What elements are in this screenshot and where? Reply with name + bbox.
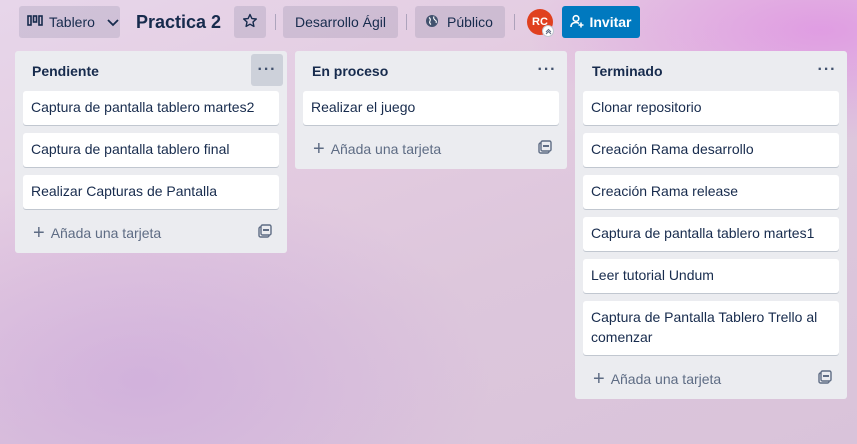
- add-user-icon: [570, 14, 584, 31]
- header-divider: [514, 14, 515, 30]
- card[interactable]: Captura de Pantalla Tablero Trello al co…: [583, 301, 839, 355]
- workspace-button[interactable]: Desarrollo Ágil: [283, 6, 398, 38]
- more-icon: ···: [257, 61, 277, 78]
- template-button[interactable]: [811, 365, 839, 393]
- plus-icon: +: [313, 138, 325, 160]
- view-switcher-label: Tablero: [49, 14, 95, 30]
- board-title[interactable]: Practica 2: [136, 10, 221, 34]
- list-title[interactable]: Pendiente: [32, 63, 99, 79]
- template-icon: [818, 369, 832, 389]
- card[interactable]: Captura de pantalla tablero martes1: [583, 217, 839, 251]
- add-card-label: Añada una tarjeta: [330, 141, 442, 157]
- plus-icon: +: [33, 222, 45, 244]
- list-pendiente: Pendiente ··· Captura de pantalla tabler…: [15, 51, 287, 253]
- chevron-down-icon: [107, 14, 119, 30]
- card[interactable]: Creación Rama release: [583, 175, 839, 209]
- add-card-label: Añada una tarjeta: [610, 371, 722, 387]
- more-icon: ···: [537, 61, 557, 78]
- list-header: Pendiente ···: [15, 51, 287, 91]
- list-header: Terminado ···: [575, 51, 847, 91]
- card[interactable]: Captura de pantalla tablero martes2: [23, 91, 279, 125]
- add-card-button[interactable]: + Añada una tarjeta: [583, 363, 803, 395]
- star-button[interactable]: [234, 6, 266, 38]
- visibility-button[interactable]: Público: [415, 6, 505, 38]
- more-icon: ···: [817, 61, 837, 78]
- invite-button[interactable]: Invitar: [562, 6, 640, 38]
- card[interactable]: Creación Rama desarrollo: [583, 133, 839, 167]
- list-menu-button[interactable]: ···: [531, 54, 563, 86]
- view-switcher-button[interactable]: Tablero: [19, 6, 120, 38]
- admin-badge-icon: [542, 25, 554, 37]
- list-title[interactable]: En proceso: [312, 63, 388, 79]
- list-en-proceso: En proceso ··· Realizar el juego + Añada…: [295, 51, 567, 169]
- star-icon: [242, 13, 258, 32]
- card-list: Captura de pantalla tablero martes2 Capt…: [15, 91, 287, 209]
- add-card-row: + Añada una tarjeta: [15, 215, 287, 253]
- header-divider: [406, 14, 407, 30]
- list-terminado: Terminado ··· Clonar repositorio Creació…: [575, 51, 847, 399]
- globe-icon: [425, 14, 439, 31]
- card[interactable]: Captura de pantalla tablero final: [23, 133, 279, 167]
- visibility-label: Público: [447, 14, 493, 30]
- add-card-label: Añada una tarjeta: [50, 225, 162, 241]
- workspace-label: Desarrollo Ágil: [294, 14, 387, 30]
- list-menu-button[interactable]: ···: [811, 54, 843, 86]
- card[interactable]: Leer tutorial Undum: [583, 259, 839, 293]
- header-divider: [275, 14, 276, 30]
- add-card-row: + Añada una tarjeta: [575, 361, 847, 399]
- invite-label: Invitar: [589, 14, 632, 30]
- card[interactable]: Realizar el juego: [303, 91, 559, 125]
- template-button[interactable]: [251, 219, 279, 247]
- list-menu-button[interactable]: ···: [251, 54, 283, 86]
- card[interactable]: Realizar Capturas de Pantalla: [23, 175, 279, 209]
- add-card-button[interactable]: + Añada una tarjeta: [303, 133, 523, 165]
- template-icon: [258, 223, 272, 243]
- template-icon: [538, 139, 552, 159]
- template-button[interactable]: [531, 135, 559, 163]
- card-list: Realizar el juego: [295, 91, 567, 125]
- board-header: Tablero Practica 2 Desarrollo Ágil Públi…: [0, 0, 857, 44]
- list-header: En proceso ···: [295, 51, 567, 91]
- list-title[interactable]: Terminado: [592, 63, 663, 79]
- card-list: Clonar repositorio Creación Rama desarro…: [575, 91, 847, 355]
- add-card-row: + Añada una tarjeta: [295, 131, 567, 169]
- add-card-button[interactable]: + Añada una tarjeta: [23, 217, 243, 249]
- plus-icon: +: [593, 368, 605, 390]
- board-icon: [27, 14, 43, 31]
- card[interactable]: Clonar repositorio: [583, 91, 839, 125]
